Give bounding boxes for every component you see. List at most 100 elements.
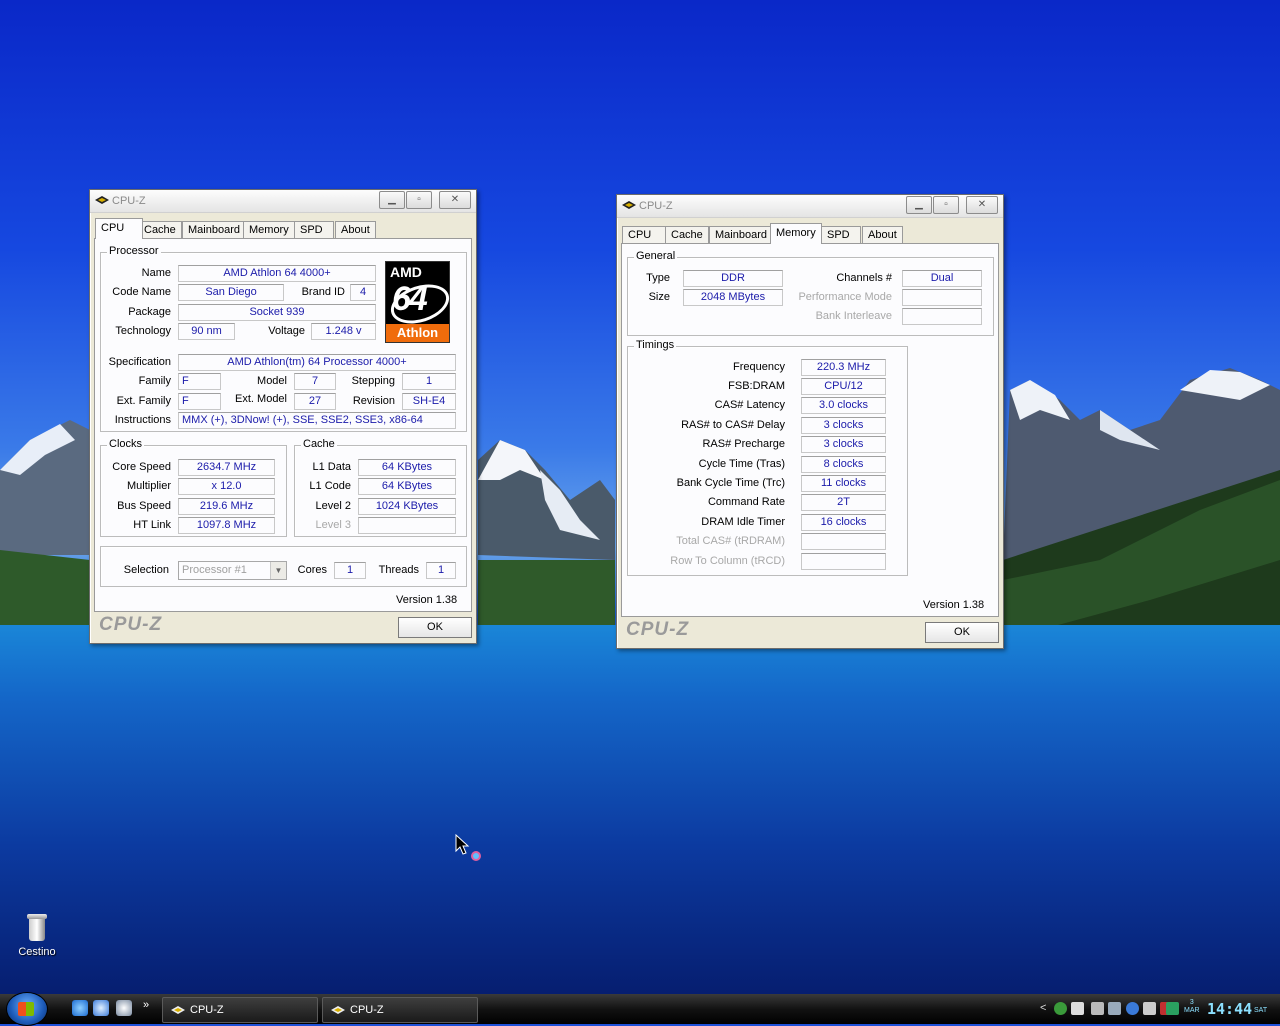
tab-memory[interactable]: Memory	[770, 223, 822, 244]
tray-app-icon[interactable]	[1143, 1002, 1156, 1015]
instructions-field: MMX (+), 3DNow! (+), SSE, SSE2, SSE3, x8…	[178, 412, 456, 429]
codename-label: Code Name	[112, 286, 171, 298]
processor-select[interactable]: Processor #1 ▼	[178, 561, 287, 580]
brandid-field: 4	[350, 284, 376, 301]
timing-value	[801, 553, 886, 570]
timing-label: DRAM Idle Timer	[701, 516, 785, 528]
clock-day: SAT	[1254, 1007, 1268, 1014]
taskbar-clock[interactable]: 14:44	[1207, 1000, 1252, 1018]
chevron-right-icon[interactable]: »	[143, 1000, 153, 1016]
ok-button[interactable]: OK	[925, 622, 999, 643]
maximize-button[interactable]: ▫	[933, 196, 959, 214]
tab-memory[interactable]: Memory	[243, 221, 295, 239]
tab-cpu[interactable]: CPU	[622, 226, 670, 244]
desktop-icon-label: Cestino	[18, 946, 56, 958]
close-button[interactable]: ✕	[439, 191, 471, 209]
tab-about[interactable]: About	[862, 226, 903, 244]
cpuz-window-memory: CPU-Z ▁ ▫ ✕ CPU Cache Mainboard Memory S…	[616, 194, 1004, 649]
performance-mode-label: Performance Mode	[798, 291, 892, 303]
channels-label: Channels #	[836, 272, 892, 284]
type-field: DDR	[683, 270, 783, 287]
revision-field: SH-E4	[402, 393, 456, 410]
taskbar-task-cpuz[interactable]: CPU-Z	[162, 997, 318, 1023]
amd-logo-64: 64	[392, 280, 428, 318]
minimize-button[interactable]: ▁	[379, 191, 405, 209]
l1-data-label: L1 Data	[312, 461, 351, 473]
channels-field: Dual	[902, 270, 982, 287]
network-icon[interactable]	[1091, 1002, 1104, 1015]
timing-label: RAS# to CAS# Delay	[681, 419, 785, 431]
ok-button[interactable]: OK	[398, 617, 472, 638]
timing-value: 3 clocks	[801, 436, 886, 453]
core-speed-field: 2634.7 MHz	[178, 459, 275, 476]
technology-field: 90 nm	[178, 323, 235, 340]
security-icon[interactable]	[1166, 1002, 1179, 1015]
quick-launch-app-icon[interactable]	[93, 1000, 109, 1016]
title-bar[interactable]: CPU-Z ▁ ▫ ✕	[617, 195, 1003, 218]
date-mini: 3 MAR	[1184, 999, 1200, 1015]
quick-launch-app-icon[interactable]	[116, 1000, 132, 1016]
ht-link-field: 1097.8 MHz	[178, 517, 275, 534]
tab-spd[interactable]: SPD	[821, 226, 861, 244]
package-label: Package	[128, 306, 171, 318]
tab-mainboard[interactable]: Mainboard	[709, 226, 773, 244]
info-icon[interactable]	[1054, 1002, 1067, 1015]
start-button[interactable]	[6, 992, 48, 1026]
timing-value: 220.3 MHz	[801, 359, 886, 376]
minimize-button[interactable]: ▁	[906, 196, 932, 214]
date-day: 3	[1189, 999, 1194, 1006]
selection-label: Selection	[123, 564, 169, 576]
tab-cpu[interactable]: CPU	[95, 218, 143, 239]
task-label: CPU-Z	[350, 1004, 384, 1016]
timing-value: 3.0 clocks	[801, 397, 886, 414]
instructions-label: Instructions	[114, 414, 171, 426]
specification-field: AMD Athlon(tm) 64 Processor 4000+	[178, 354, 456, 371]
timing-value	[801, 533, 886, 550]
tray-expand-icon[interactable]: <	[1040, 1002, 1046, 1014]
bank-interleave-field	[902, 308, 982, 325]
date-month: MAR	[1184, 1007, 1200, 1014]
family-field: F	[178, 373, 221, 390]
timing-value: CPU/12	[801, 378, 886, 395]
tab-spd[interactable]: SPD	[294, 221, 334, 239]
help-icon[interactable]	[1126, 1002, 1139, 1015]
tab-cache[interactable]: Cache	[138, 221, 182, 239]
maximize-button[interactable]: ▫	[406, 191, 432, 209]
athlon-logo-text: Athlon	[386, 324, 449, 342]
timing-value: 16 clocks	[801, 514, 886, 531]
core-speed-label: Core Speed	[112, 461, 171, 473]
level3-label: Level 3	[315, 519, 351, 531]
timing-value: 11 clocks	[801, 475, 886, 492]
technology-label: Technology	[115, 325, 171, 337]
bank-interleave-label: Bank Interleave	[815, 310, 892, 322]
version-label: Version 1.38	[923, 599, 985, 611]
timing-label: Row To Column (tRCD)	[670, 555, 785, 567]
performance-mode-field	[902, 289, 982, 306]
level2-label: Level 2	[315, 500, 351, 512]
chevron-down-icon[interactable]: ▼	[270, 562, 286, 579]
bus-speed-label: Bus Speed	[117, 500, 171, 512]
timing-label: RAS# Precharge	[702, 438, 785, 450]
timing-label: FSB:DRAM	[728, 380, 785, 392]
tab-mainboard[interactable]: Mainboard	[182, 221, 246, 239]
taskbar: » CPU-Z CPU-Z < 3 MAR 14:44 SAT	[0, 992, 1280, 1026]
close-button[interactable]: ✕	[966, 196, 998, 214]
tab-cache[interactable]: Cache	[665, 226, 709, 244]
desktop-icon-recycle-bin[interactable]: Cestino	[10, 914, 64, 958]
timing-label: Total CAS# (tRDRAM)	[676, 535, 785, 547]
title-bar[interactable]: CPU-Z ▁ ▫ ✕	[90, 190, 476, 213]
model-label: Model	[257, 375, 287, 387]
taskbar-task-cpuz[interactable]: CPU-Z	[322, 997, 478, 1023]
mouse-cursor-icon	[455, 834, 481, 861]
multiplier-label: Multiplier	[126, 480, 171, 492]
internet-explorer-icon[interactable]	[72, 1000, 88, 1016]
package-field: Socket 939	[178, 304, 376, 321]
brandid-label: Brand ID	[301, 286, 345, 298]
family-label: Family	[138, 375, 171, 387]
tab-about[interactable]: About	[335, 221, 376, 239]
cpuz-app-icon	[622, 201, 636, 209]
tray-app-icon[interactable]	[1108, 1002, 1121, 1015]
cpuz-brand-text: CPU-Z	[99, 614, 163, 635]
level2-field: 1024 KBytes	[358, 498, 456, 515]
tray-app-icon[interactable]	[1071, 1002, 1084, 1015]
